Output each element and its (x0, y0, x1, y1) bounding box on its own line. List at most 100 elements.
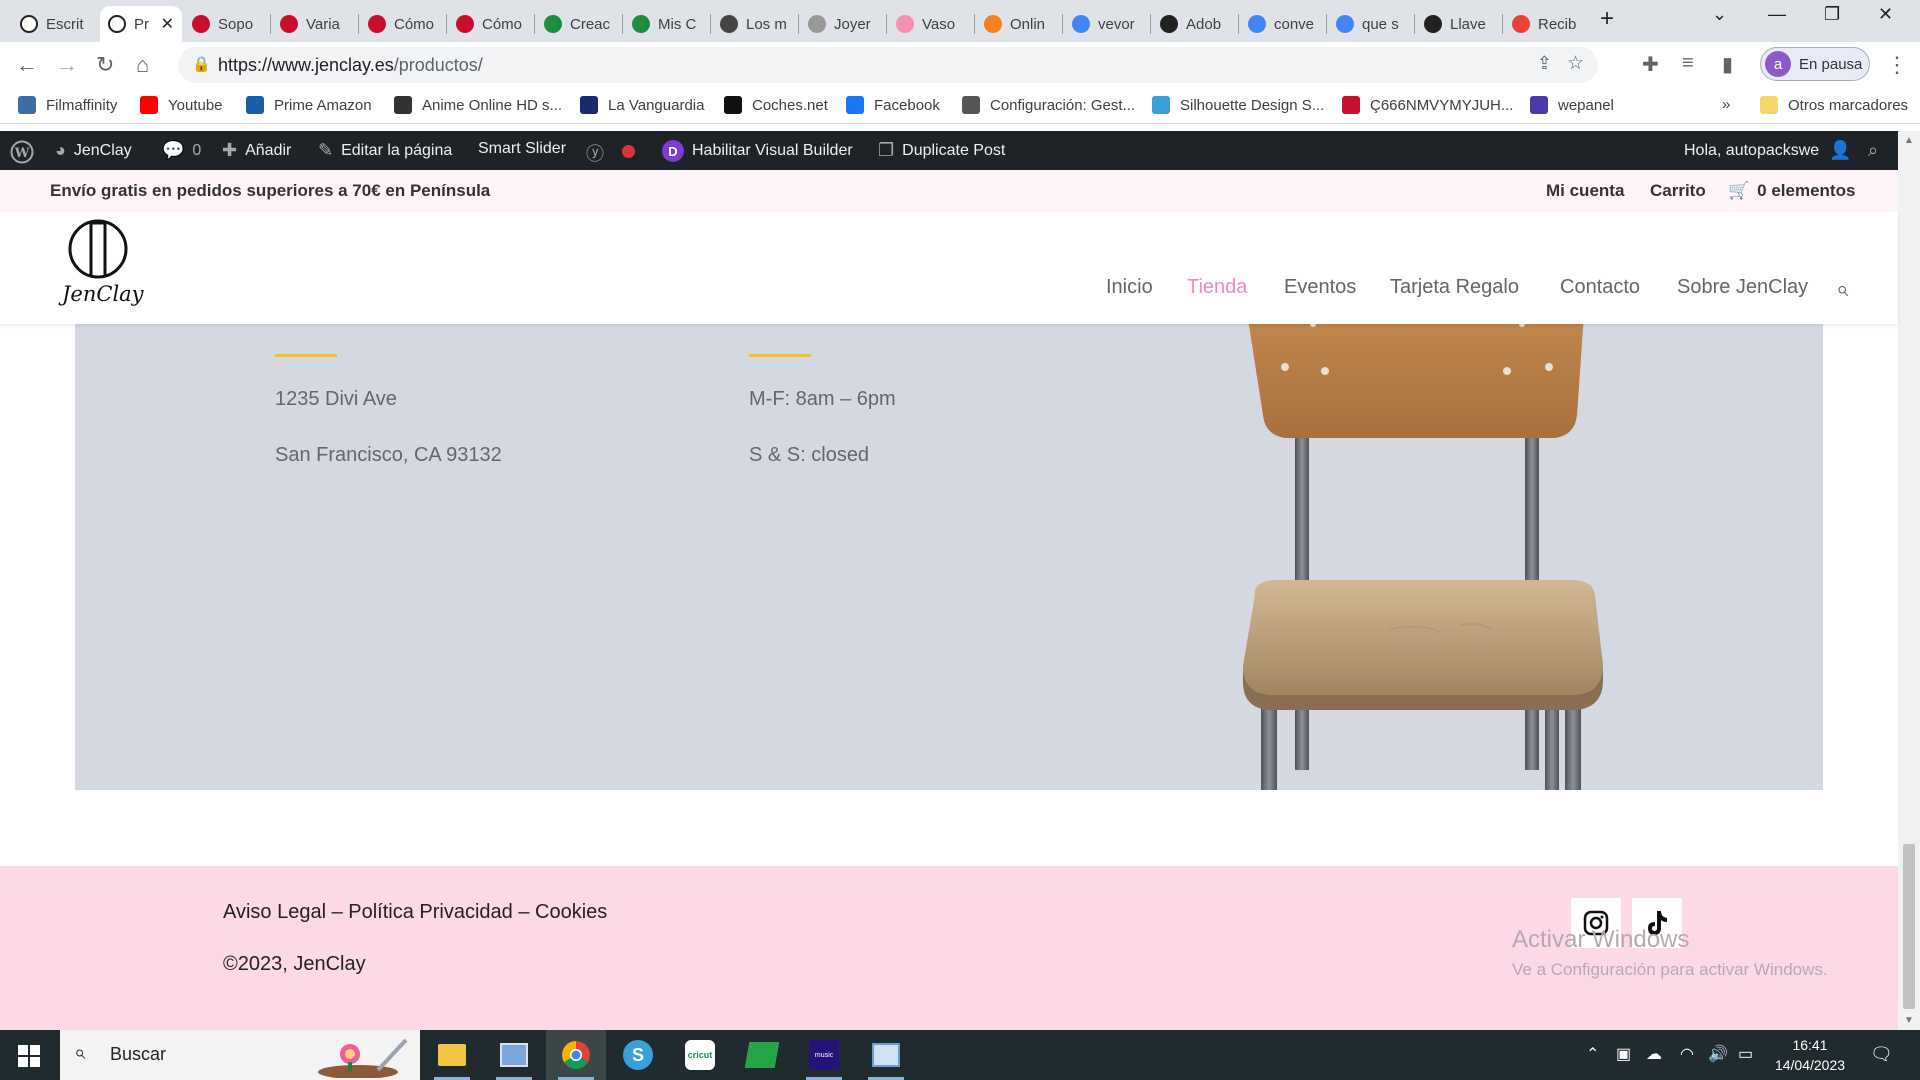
tab-search-icon[interactable]: ⌄ (1712, 4, 1727, 25)
bookmark-item[interactable]: wepanel (1530, 96, 1614, 114)
admin-comments-link[interactable]: 💬 0 (162, 140, 201, 161)
admin-duplicate-post[interactable]: ❐ Duplicate Post (878, 140, 1005, 161)
nav-item[interactable]: Sobre JenClay (1677, 276, 1808, 299)
browser-tab[interactable]: Mis C (624, 6, 710, 42)
tray-overflow-icon[interactable]: ⌃ (1586, 1044, 1599, 1064)
browser-tab[interactable]: Llave (1416, 6, 1502, 42)
wifi-icon[interactable]: ◠ (1680, 1044, 1694, 1064)
bookmark-item[interactable]: Silhouette Design S... (1152, 96, 1324, 114)
browser-tab[interactable]: que s (1328, 6, 1414, 42)
browser-tab[interactable]: Cómo (448, 6, 534, 42)
nav-item[interactable]: Tienda (1187, 276, 1247, 299)
folder-icon (1760, 96, 1778, 114)
browser-tab[interactable]: Pr ✕ (100, 6, 182, 42)
home-icon[interactable]: ⌂ (136, 52, 149, 78)
page-scrollbar[interactable]: ▲ ▼ (1898, 131, 1920, 1030)
minimize-icon[interactable]: — (1768, 4, 1786, 25)
lock-icon[interactable]: 🔒 (192, 55, 211, 73)
admin-edit-page[interactable]: ✎ Editar la página (318, 140, 452, 161)
scroll-down-icon[interactable]: ▼ (1904, 1015, 1914, 1026)
browser-tab[interactable]: Escrit (12, 6, 98, 42)
star-icon[interactable]: ☆ (1567, 52, 1584, 75)
back-icon[interactable]: ← (16, 52, 38, 78)
nav-item[interactable]: Eventos (1284, 276, 1356, 299)
nav-item[interactable]: Contacto (1560, 276, 1640, 299)
bookmark-item[interactable]: Anime Online HD s... (394, 96, 562, 114)
browser-tab[interactable]: vevor (1064, 6, 1150, 42)
windows-start-icon[interactable] (18, 1045, 40, 1067)
browser-tab[interactable]: Sopo (184, 6, 270, 42)
share-icon[interactable]: ⇪ (1537, 53, 1552, 74)
maximize-icon[interactable]: ❐ (1824, 4, 1840, 25)
kebab-menu-icon[interactable]: ⋮ (1886, 52, 1908, 78)
extensions-icon[interactable]: ✚ (1642, 52, 1659, 77)
browser-tab[interactable]: Vaso (888, 6, 974, 42)
browser-tab[interactable]: Adob (1152, 6, 1238, 42)
side-panel-icon[interactable]: ▮ (1722, 52, 1733, 77)
yoast-icon[interactable]: ⓨ (586, 140, 604, 166)
browser-tab[interactable]: Cómo (360, 6, 446, 42)
bookmark-item[interactable]: Filmaffinity (18, 96, 117, 114)
bookmark-item[interactable]: Coches.net (724, 96, 828, 114)
browser-tab[interactable]: Varia (272, 6, 358, 42)
image-viewer-icon (872, 1043, 900, 1067)
notifications-icon[interactable]: 🗨 (1870, 1044, 1893, 1065)
taskbar-amazon-music[interactable]: music (794, 1030, 854, 1080)
cart-items-link[interactable]: 🛒 0 elementos (1728, 181, 1855, 201)
security-icon[interactable]: ☁ (1646, 1044, 1662, 1064)
bookmarks-overflow[interactable]: » (1722, 96, 1730, 113)
bookmark-item[interactable]: Ç666NMVYMYJUH... (1342, 96, 1513, 114)
admin-account[interactable]: Hola, autopackswe 👤 (1684, 140, 1852, 161)
nav-item[interactable]: Inicio (1106, 276, 1153, 299)
profile-button[interactable]: a En pausa (1760, 47, 1870, 81)
scroll-up-icon[interactable]: ▲ (1904, 135, 1914, 146)
admin-search-icon[interactable]: ⌕ (1868, 140, 1878, 161)
taskbar-app-8[interactable] (856, 1030, 916, 1080)
taskbar-chrome[interactable] (546, 1030, 606, 1080)
new-tab-icon[interactable]: + (1600, 5, 1614, 33)
google-icon (1336, 15, 1354, 33)
taskbar-silhouette[interactable]: S (608, 1030, 668, 1080)
browser-tab[interactable]: Onlin (976, 6, 1062, 42)
browser-tab[interactable]: Joyer (800, 6, 886, 42)
scrollbar-thumb[interactable] (1903, 844, 1915, 1009)
browser-tab[interactable]: Los m (712, 6, 798, 42)
close-tab-icon[interactable]: ✕ (161, 14, 174, 34)
my-account-link[interactable]: Mi cuenta (1546, 181, 1624, 201)
close-window-icon[interactable]: ✕ (1878, 4, 1893, 25)
logo-text[interactable]: JenClay (62, 282, 144, 306)
url-text[interactable]: https://www.jenclay.es/productos/ (218, 55, 483, 76)
meet-icon[interactable]: ▣ (1616, 1044, 1631, 1064)
taskbar-cricut[interactable]: cricut (670, 1030, 730, 1080)
volume-icon[interactable]: 🔊 (1708, 1044, 1728, 1064)
address-bar[interactable]: 🔒 https://www.jenclay.es/productos/ ⇪ ☆ (178, 47, 1598, 83)
browser-tab[interactable]: Creac (536, 6, 622, 42)
taskbar-clock[interactable]: 16:41 14/04/2023 (1760, 1035, 1860, 1075)
admin-visual-builder[interactable]: D Habilitar Visual Builder (662, 140, 853, 162)
admin-smart-slider[interactable]: Smart Slider (478, 140, 566, 158)
bookmark-item[interactable]: Facebook (846, 96, 940, 114)
site-search-icon[interactable]: ⌕ (1836, 276, 1848, 302)
media-control-icon[interactable]: ≡ (1682, 52, 1694, 75)
taskbar-app-2[interactable] (484, 1030, 544, 1080)
admin-site-link[interactable]: ◕ JenClay (55, 140, 132, 161)
reload-icon[interactable]: ↻ (96, 52, 114, 78)
taskbar-app-6[interactable] (732, 1030, 792, 1080)
admin-add-new[interactable]: ✚ Añadir (222, 140, 291, 161)
taskbar-file-explorer[interactable] (422, 1030, 482, 1080)
browser-tab[interactable]: conve (1240, 6, 1326, 42)
legal-links[interactable]: Aviso Legal – Política Privacidad – Cook… (223, 901, 607, 924)
browser-tab[interactable]: Recib (1504, 6, 1590, 42)
jenclay-logo-icon[interactable] (64, 218, 132, 280)
bookmark-item[interactable]: La Vanguardia (580, 96, 704, 114)
cart-link[interactable]: Carrito (1650, 181, 1706, 201)
wordpress-logo-icon[interactable]: W (10, 140, 34, 164)
taskbar-search[interactable]: ⌕ Buscar (60, 1030, 420, 1080)
bookmark-item[interactable]: Prime Amazon (246, 96, 372, 114)
battery-icon[interactable]: ▭ (1738, 1044, 1753, 1064)
other-bookmarks[interactable]: Otros marcadores (1760, 96, 1908, 114)
bookmark-item[interactable]: Youtube (140, 96, 223, 114)
nav-item[interactable]: Tarjeta Regalo (1390, 276, 1519, 299)
forward-icon[interactable]: → (56, 52, 78, 78)
bookmark-item[interactable]: Configuración: Gest... (962, 96, 1135, 114)
